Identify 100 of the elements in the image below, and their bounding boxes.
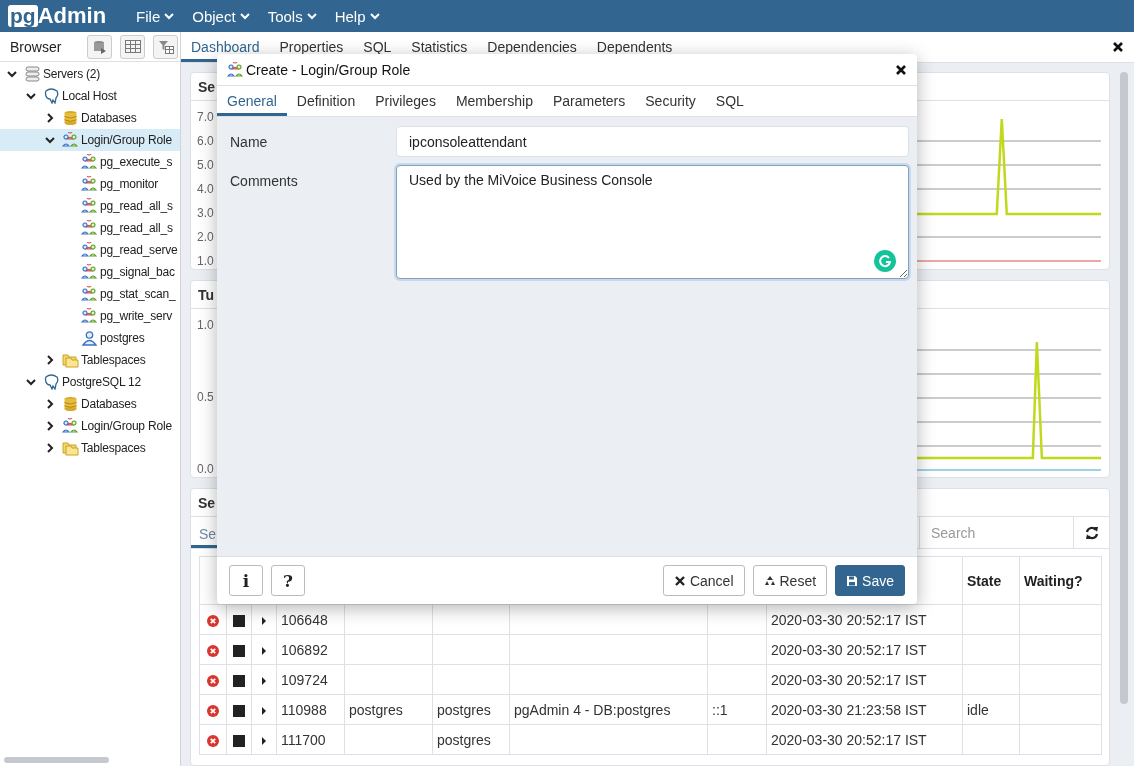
tree-item[interactable]: Tablespaces — [0, 349, 180, 371]
axis-label: 1.0 — [197, 253, 215, 269]
remove-icon[interactable] — [207, 734, 219, 747]
table-cell: postgres — [432, 724, 510, 755]
chevron-down-icon[interactable] — [44, 134, 56, 146]
table-cell: 109724 — [276, 664, 345, 695]
stop-icon[interactable] — [233, 704, 245, 717]
column-header[interactable]: Waiting? — [1019, 556, 1102, 605]
scrollbar-thumb[interactable] — [4, 757, 109, 763]
tree-item[interactable]: pg_read_all_s — [0, 217, 180, 239]
tree-item[interactable]: pg_monitor — [0, 173, 180, 195]
menu-item[interactable]: Tools — [267, 7, 317, 25]
chevron-down-icon[interactable] — [25, 376, 37, 388]
users-icon — [81, 242, 98, 258]
users-icon — [81, 154, 98, 170]
tree-item[interactable]: pg_read_serve — [0, 239, 180, 261]
users-icon — [81, 220, 98, 236]
folder-icon — [62, 440, 79, 456]
remove-icon[interactable] — [207, 614, 219, 627]
tab[interactable]: Privileges — [365, 86, 446, 116]
tree-item[interactable]: Servers (2) — [0, 63, 180, 85]
menu-item[interactable]: Object — [192, 7, 250, 25]
remove-icon[interactable] — [207, 704, 219, 717]
menu-item[interactable]: Help — [334, 7, 380, 25]
table-cell: idle — [962, 694, 1020, 725]
chevron-down-icon — [306, 11, 317, 21]
axis-label: 4.0 — [197, 181, 215, 198]
menu-item[interactable]: File — [136, 7, 175, 25]
field-label: Comments — [230, 172, 299, 191]
chevron-down-icon[interactable] — [25, 90, 37, 102]
chevron-down-icon — [239, 11, 250, 21]
column-header[interactable]: State — [962, 556, 1020, 605]
tree-item[interactable]: postgres — [0, 327, 180, 349]
table-cell: ::1 — [707, 694, 767, 725]
chevron-right-icon[interactable] — [44, 420, 56, 432]
table-cell: 106892 — [276, 634, 345, 665]
remove-icon[interactable] — [207, 644, 219, 657]
save-button[interactable]: Save — [835, 565, 905, 596]
stop-icon[interactable] — [233, 734, 245, 747]
remove-icon[interactable] — [207, 674, 219, 687]
table-cell: 2020-03-30 20:52:17 IST — [766, 724, 963, 755]
axis-label: 0.5 — [197, 389, 215, 406]
tree-item[interactable]: pg_stat_scan_ — [0, 283, 180, 305]
tree-item[interactable]: pg_signal_bac — [0, 261, 180, 283]
card-title: Se — [198, 78, 216, 95]
tab[interactable]: Definition — [286, 86, 366, 116]
user-icon — [81, 330, 98, 346]
chevron-down-icon[interactable] — [6, 68, 18, 80]
tree-item[interactable]: Databases — [0, 393, 180, 415]
filter-table-button[interactable] — [153, 34, 178, 59]
panel-title: Browser — [10, 38, 63, 55]
info-button[interactable]: i — [229, 565, 263, 596]
comments-field[interactable]: Used by the MiVoice Business Console — [396, 165, 909, 279]
close-icon[interactable] — [895, 63, 907, 76]
users-icon — [81, 286, 98, 302]
tree-item[interactable]: pg_read_all_s — [0, 195, 180, 217]
close-icon — [673, 574, 686, 587]
database-icon — [62, 396, 79, 412]
chevron-right-icon[interactable] — [44, 398, 56, 410]
scrollbar-thumb[interactable] — [1120, 72, 1128, 704]
table-cell: pgAdmin 4 - DB:postgres — [509, 694, 708, 725]
axis-label: 0.0 — [197, 461, 215, 477]
tree-item[interactable]: Databases — [0, 107, 180, 129]
help-button[interactable]: ? — [271, 565, 305, 596]
tab[interactable]: Security — [635, 86, 706, 116]
chevron-right-icon[interactable] — [44, 112, 56, 124]
axis-label: 1.0 — [197, 317, 215, 334]
axis-label: 2.0 — [197, 229, 215, 246]
table-cell: 111700 — [276, 724, 345, 755]
stop-icon[interactable] — [233, 614, 245, 627]
close-icon[interactable] — [1112, 41, 1124, 53]
tab[interactable]: SQL — [705, 86, 754, 116]
stop-icon[interactable] — [233, 674, 245, 687]
cancel-button[interactable]: Cancel — [662, 565, 745, 596]
tree-item[interactable]: Login/Group Role — [0, 129, 180, 151]
database-icon — [62, 110, 79, 126]
name-field[interactable]: ipconsoleattendant — [396, 126, 909, 157]
table-icon — [124, 40, 141, 53]
axis-label: 6.0 — [197, 133, 215, 150]
tree-item[interactable]: Tablespaces — [0, 437, 180, 459]
database-icon — [92, 39, 107, 54]
query-tool-button[interactable] — [87, 34, 112, 59]
table-cell: 110988 — [276, 694, 345, 725]
tab[interactable]: Parameters — [542, 86, 636, 116]
table-cell: 2020-03-30 20:52:17 IST — [766, 634, 963, 665]
chevron-right-icon[interactable] — [44, 442, 56, 454]
reset-button[interactable]: Reset — [752, 565, 828, 596]
field-label: Name — [230, 133, 269, 152]
tree-item[interactable]: pg_execute_s — [0, 151, 180, 173]
tree-item[interactable]: PostgreSQL 12 — [0, 371, 180, 393]
refresh-icon — [1084, 525, 1099, 540]
card-title: Tu — [198, 286, 215, 303]
chevron-right-icon[interactable] — [44, 354, 56, 366]
tab[interactable]: Membership — [445, 86, 543, 116]
tree-item[interactable]: pg_write_serv — [0, 305, 180, 327]
tree-item[interactable]: Local Host — [0, 85, 180, 107]
tree-item[interactable]: Login/Group Role — [0, 415, 180, 437]
table-cell: 2020-03-30 20:52:17 IST — [766, 664, 963, 695]
stop-icon[interactable] — [233, 644, 245, 657]
table-button[interactable] — [120, 34, 145, 59]
